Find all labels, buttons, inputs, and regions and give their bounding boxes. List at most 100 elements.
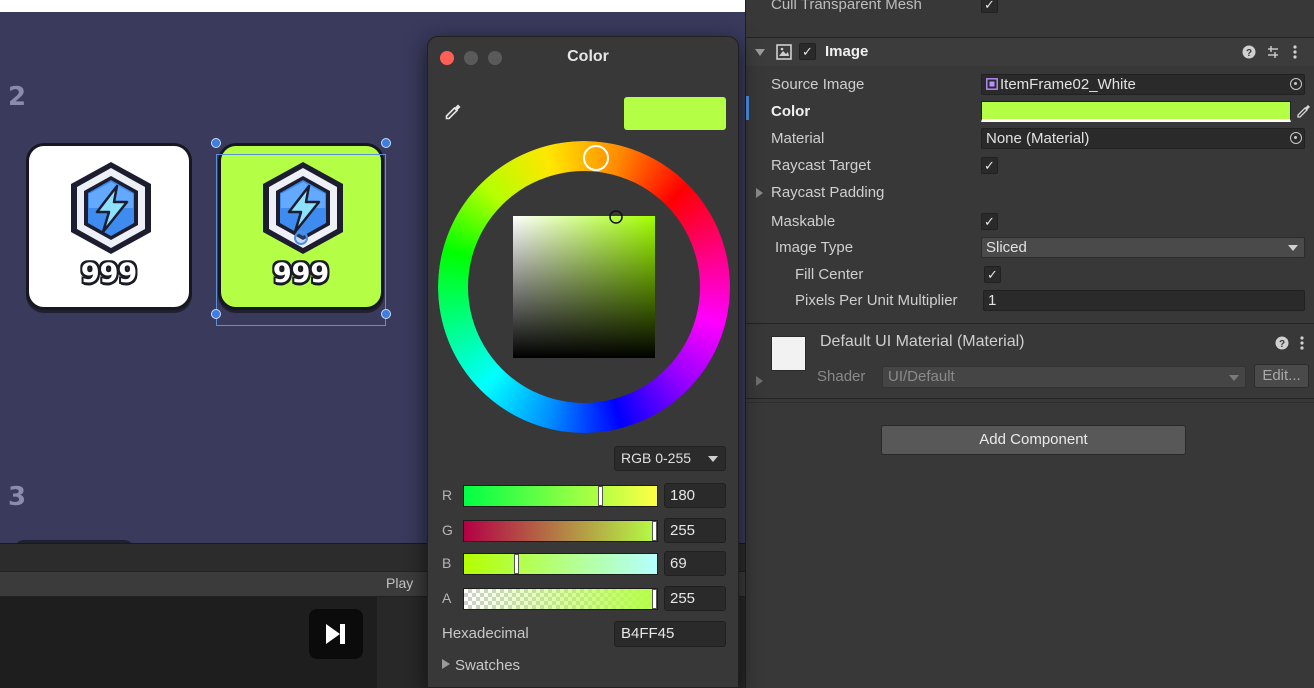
kebab-menu-icon[interactable] xyxy=(1292,44,1298,60)
fill-center-checkbox[interactable]: ✓ xyxy=(984,266,1001,283)
item-card-selected[interactable]: 999 xyxy=(218,143,384,310)
color-field[interactable] xyxy=(981,101,1291,122)
eyedropper-icon[interactable] xyxy=(1296,104,1311,119)
help-icon[interactable]: ? xyxy=(1275,336,1289,350)
image-component-icon xyxy=(776,44,792,60)
object-picker-icon[interactable] xyxy=(1290,78,1302,90)
material-row: Material None (Material) xyxy=(746,125,1314,152)
chevron-down-icon xyxy=(1229,375,1239,381)
property-label: Raycast Padding xyxy=(771,184,885,201)
red-channel-row: R 180 xyxy=(428,483,740,509)
property-label: Fill Center xyxy=(795,266,864,283)
inspector-panel: Cull Transparent Mesh ✓ ✓ Image ? Source… xyxy=(745,0,1314,688)
source-image-value: ItemFrame02_White xyxy=(1000,76,1136,93)
raycast-target-row: Raycast Target ✓ xyxy=(746,152,1314,179)
source-image-row: Source Image ItemFrame02_White xyxy=(746,71,1314,98)
cull-transparent-mesh-row: Cull Transparent Mesh ✓ xyxy=(746,0,1314,18)
presets-icon[interactable] xyxy=(1266,45,1280,59)
raycast-padding-row[interactable]: Raycast Padding xyxy=(746,179,1314,206)
object-picker-icon[interactable] xyxy=(1290,132,1302,144)
fill-center-row: Fill Center ✓ xyxy=(746,261,1314,288)
help-icon[interactable]: ? xyxy=(1242,45,1256,59)
resize-handle[interactable] xyxy=(211,138,221,148)
ppu-multiplier-row: Pixels Per Unit Multiplier 1 xyxy=(746,287,1314,314)
material-field[interactable]: None (Material) xyxy=(981,128,1305,149)
sprite-icon xyxy=(986,78,998,90)
image-component-header[interactable]: ✓ Image ? xyxy=(746,38,1314,66)
item-card[interactable]: 999 xyxy=(26,143,192,310)
property-label: Material xyxy=(771,130,825,147)
hex-label: Hexadecimal xyxy=(442,625,529,642)
component-title: Image xyxy=(825,43,869,60)
pivot-handle[interactable] xyxy=(294,231,308,245)
shader-dropdown[interactable]: UI/Default xyxy=(882,366,1246,388)
kebab-menu-icon[interactable] xyxy=(1299,335,1305,351)
color-preview-swatch xyxy=(624,97,726,130)
blue-slider[interactable] xyxy=(463,553,658,575)
color-row: Color xyxy=(746,98,1314,125)
slider-knob[interactable] xyxy=(598,486,604,506)
window-title: Color xyxy=(567,48,609,65)
eyedropper-icon[interactable] xyxy=(444,103,462,121)
alpha-slider[interactable] xyxy=(463,588,658,610)
material-preview xyxy=(771,336,806,371)
raycast-target-checkbox[interactable]: ✓ xyxy=(981,157,998,174)
image-type-dropdown[interactable]: Sliced xyxy=(981,237,1305,258)
property-label: Pixels Per Unit Multiplier xyxy=(795,292,958,309)
chevron-down-icon xyxy=(1288,245,1298,251)
resize-handle[interactable] xyxy=(211,309,221,319)
red-slider[interactable] xyxy=(463,485,658,507)
blue-value-field[interactable]: 69 xyxy=(664,551,726,576)
red-value-field[interactable]: 180 xyxy=(664,483,726,508)
green-value-field[interactable]: 255 xyxy=(664,518,726,543)
slider-knob[interactable] xyxy=(514,554,520,574)
row-label: 2 xyxy=(8,82,27,112)
green-slider[interactable] xyxy=(463,520,658,542)
maskable-checkbox[interactable]: ✓ xyxy=(981,213,998,230)
component-divider xyxy=(746,323,1314,324)
shader-edit-button[interactable]: Edit... xyxy=(1254,364,1309,388)
svg-text:?: ? xyxy=(1279,339,1285,350)
channel-label: B xyxy=(442,555,452,571)
material-value: None (Material) xyxy=(986,130,1090,147)
chevron-down-icon xyxy=(708,456,718,462)
slider-knob[interactable] xyxy=(652,521,657,541)
alpha-channel-row: A 255 xyxy=(428,586,740,612)
channel-label: R xyxy=(442,487,453,503)
channel-label: G xyxy=(442,522,453,538)
swatches-foldout[interactable]: Swatches xyxy=(442,657,520,674)
slider-knob[interactable] xyxy=(652,589,657,609)
resize-handle[interactable] xyxy=(381,309,391,319)
image-enabled-checkbox[interactable]: ✓ xyxy=(799,43,816,60)
color-mode-dropdown[interactable]: RGB 0-255 xyxy=(614,446,726,471)
blue-channel-row: B 69 xyxy=(428,551,740,577)
image-type-row: Image Type Sliced xyxy=(746,234,1314,261)
foldout-collapsed-icon[interactable] xyxy=(756,188,763,198)
cull-transparent-mesh-checkbox[interactable]: ✓ xyxy=(981,0,998,13)
property-label: Source Image xyxy=(771,76,865,93)
row-label: 3 xyxy=(8,482,27,512)
step-button[interactable] xyxy=(309,609,363,659)
item-count: 999 xyxy=(80,258,138,289)
lightning-badge-icon xyxy=(71,162,151,254)
property-label: Maskable xyxy=(771,213,836,230)
image-type-value: Sliced xyxy=(986,239,1027,256)
shader-value: UI/Default xyxy=(888,368,955,385)
foldout-collapsed-icon[interactable] xyxy=(756,376,763,386)
resize-handle[interactable] xyxy=(381,138,391,148)
component-divider xyxy=(746,398,1314,399)
ppu-multiplier-field[interactable]: 1 xyxy=(983,290,1305,311)
hex-input[interactable]: B4FF45 xyxy=(614,621,726,647)
material-section-title: Default UI Material (Material) xyxy=(820,333,1025,350)
step-forward-icon xyxy=(326,624,345,644)
color-picker-window: Color RGB 0-255 R 180 G 255 B 69 A 255 H… xyxy=(427,36,739,688)
play-mode-label[interactable]: Play xyxy=(386,575,413,591)
foldout-collapsed-icon xyxy=(442,659,450,669)
alpha-value-field[interactable]: 255 xyxy=(664,586,726,611)
property-label: Cull Transparent Mesh xyxy=(771,0,922,13)
channel-label: A xyxy=(442,590,452,606)
source-image-field[interactable]: ItemFrame02_White xyxy=(981,74,1305,95)
foldout-expanded-icon[interactable] xyxy=(755,49,765,56)
hue-wheel[interactable] xyxy=(438,141,730,433)
add-component-button[interactable]: Add Component xyxy=(881,425,1186,455)
